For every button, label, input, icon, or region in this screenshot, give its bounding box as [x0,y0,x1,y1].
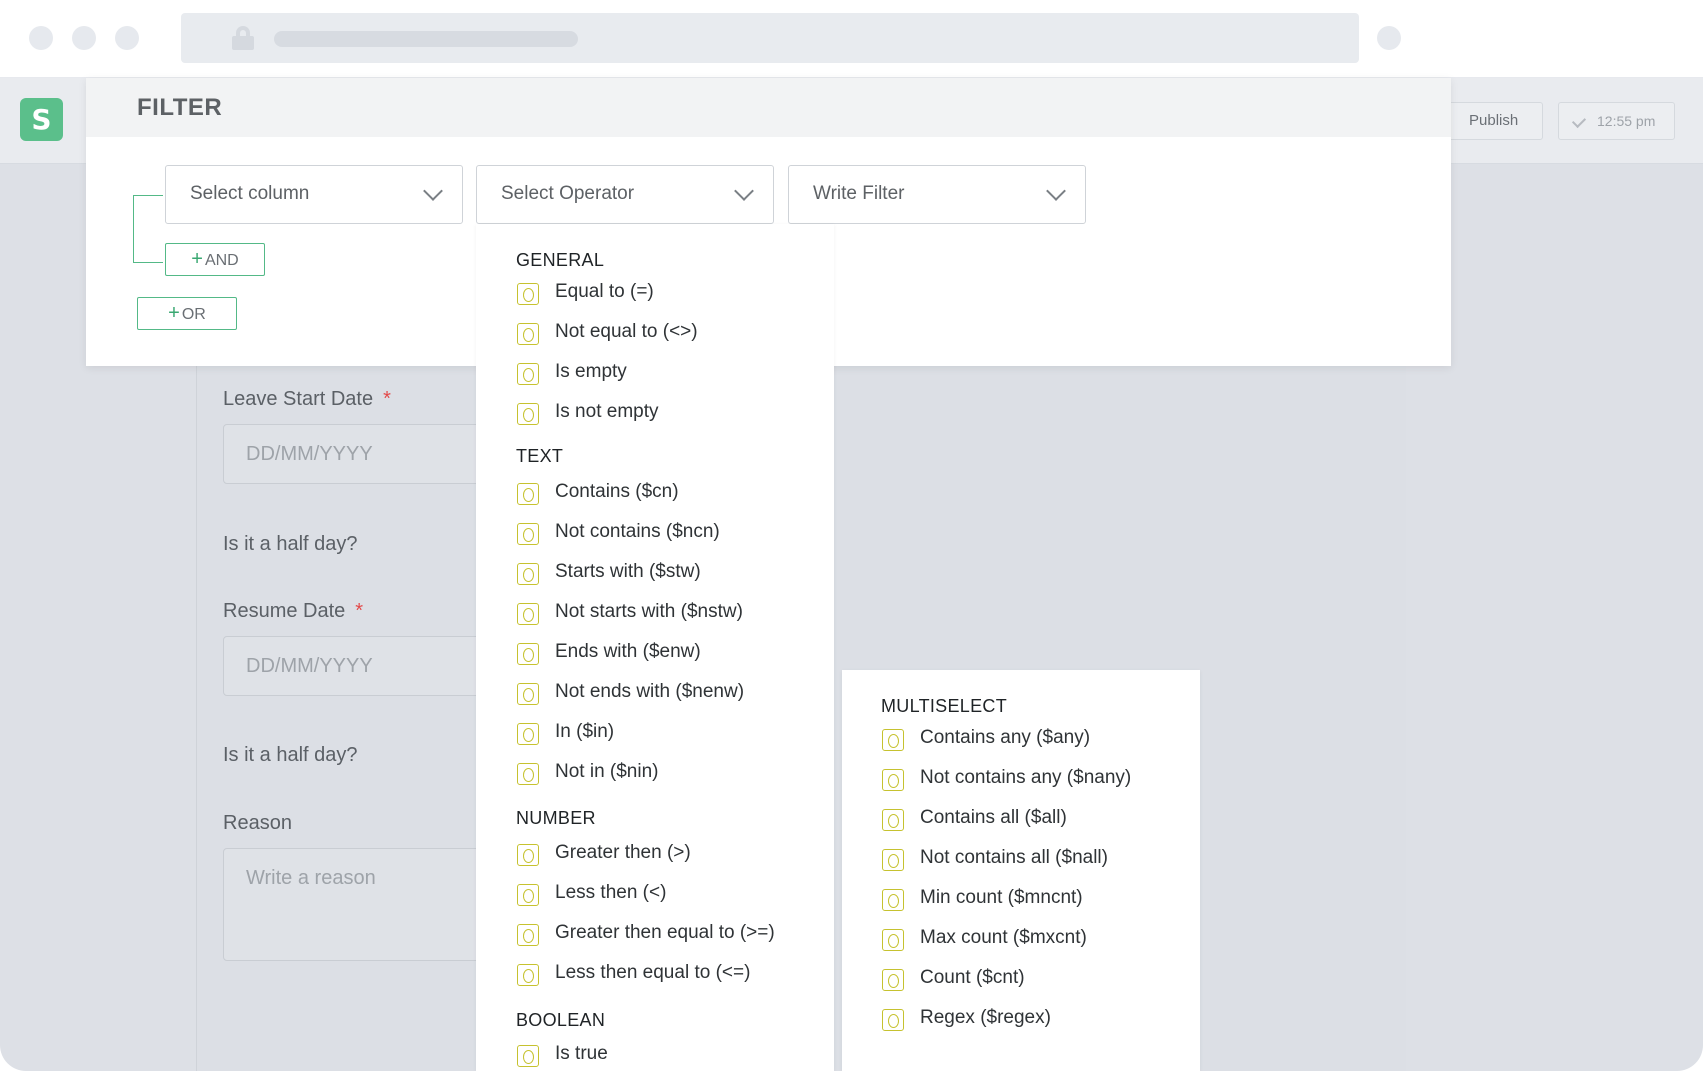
profile-dot[interactable] [1377,26,1401,50]
plus-icon: + [191,248,203,270]
group-heading-general: GENERAL [516,250,605,270]
close-dot[interactable] [29,26,53,50]
minimize-dot[interactable] [72,26,96,50]
operator-dropdown-menu: GENERAL Equal to (=) Not equal to (<>) I… [476,224,834,1071]
option-icon [517,884,539,906]
option-icon [517,763,539,785]
option-icon [882,809,904,831]
add-or-button[interactable]: + OR [137,297,237,330]
group-heading-multiselect: MULTISELECT [881,696,1007,716]
maximize-dot[interactable] [115,26,139,50]
option-icon [882,969,904,991]
saved-status: 12:55 pm [1558,102,1675,140]
group-heading-text: TEXT [516,446,564,466]
reason-textarea[interactable]: Write a reason [223,848,503,961]
check-icon [1571,113,1587,129]
option-icon [517,683,539,705]
resume-date-input[interactable]: DD/MM/YYYY [223,636,503,696]
group-heading-boolean: BOOLEAN [516,1010,606,1030]
and-label: AND [204,252,239,269]
write-filter-dropdown[interactable]: Write Filter [788,165,1086,224]
leave-start-input[interactable]: DD/MM/YYYY [223,424,503,484]
option-icon [517,483,539,505]
option-icon [517,563,539,585]
select-column-dropdown[interactable]: Select column [165,165,463,224]
app-frame: S Publish 12:55 pm Leave Start Date * DD/… [0,0,1703,1071]
filter-title: FILTER [137,94,223,121]
option-icon [517,363,539,385]
option-icon [882,729,904,751]
or-label: OR [181,306,206,323]
option-icon [882,1009,904,1031]
option-icon [882,769,904,791]
browser-chrome [0,0,1703,78]
resume-date-label: Resume Date * [223,600,364,622]
group-heading-number: NUMBER [516,808,596,828]
option-icon [517,283,539,305]
option-icon [882,889,904,911]
option-icon [517,643,539,665]
url-placeholder [274,31,578,47]
plus-icon: + [168,302,180,324]
option-icon [517,844,539,866]
required-mark: * [355,600,364,622]
half-day-question-2: Is it a half day? [223,744,358,766]
leave-start-label: Leave Start Date * [223,388,391,410]
chevron-down-icon [1046,181,1066,201]
leave-start-placeholder: DD/MM/YYYY [246,443,373,465]
required-mark: * [383,388,391,410]
option-icon [517,924,539,946]
select-operator-dropdown[interactable]: Select Operator [476,165,774,224]
option-icon [517,323,539,345]
reason-placeholder: Write a reason [246,867,376,889]
resume-date-placeholder: DD/MM/YYYY [246,655,373,677]
option-icon [882,849,904,871]
select-column-label: Select column [190,183,310,204]
reason-label: Reason [223,812,292,834]
option-icon [517,964,539,986]
option-icon [517,1045,539,1067]
option-icon [517,723,539,745]
saved-time: 12:55 pm [1597,113,1656,129]
filter-header: FILTER [86,78,1451,137]
option-icon [517,523,539,545]
app-logo[interactable]: S [20,98,63,141]
multiselect-dropdown-menu: MULTISELECT Contains any ($any) Not cont… [842,670,1200,1071]
select-operator-label: Select Operator [501,183,635,204]
chevron-down-icon [734,181,754,201]
publish-label: Publish [1469,112,1519,129]
option-icon [882,929,904,951]
write-filter-label: Write Filter [813,183,905,204]
chevron-down-icon [423,181,443,201]
add-and-button[interactable]: + AND [165,243,265,276]
tree-connector [133,195,163,196]
option-icon [517,603,539,625]
lock-icon [232,26,254,50]
tree-connector [133,195,134,262]
tree-connector [133,262,163,263]
half-day-question-1: Is it a half day? [223,533,358,555]
option-icon [517,403,539,425]
